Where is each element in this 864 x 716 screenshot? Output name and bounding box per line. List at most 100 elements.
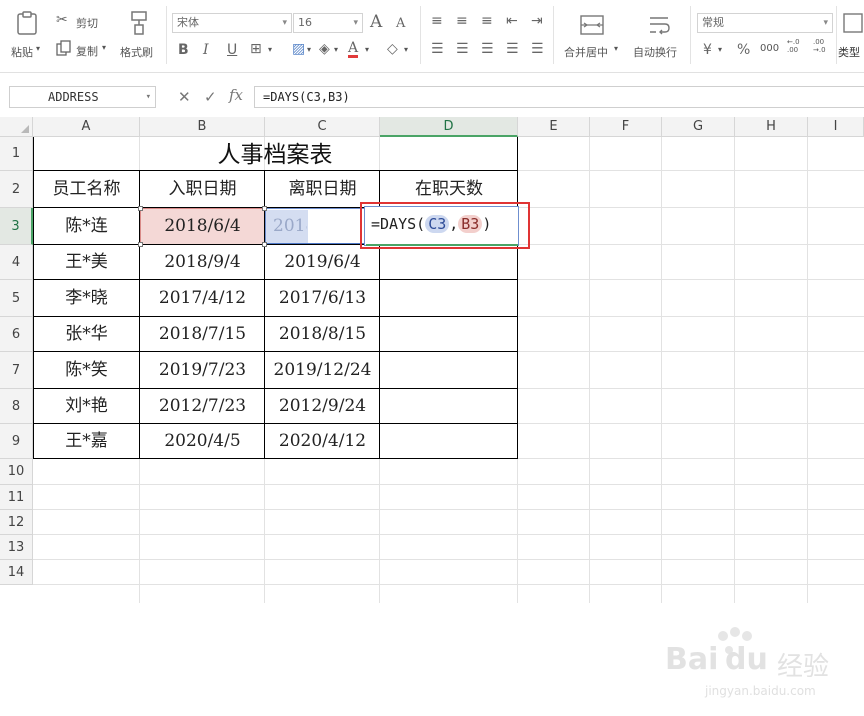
font-grow-icon[interactable]: A xyxy=(370,14,382,31)
column-header-f[interactable]: F xyxy=(590,117,662,137)
column-header-i[interactable]: I xyxy=(808,117,864,137)
cut-label: 剪切 xyxy=(76,17,98,30)
underline-button[interactable]: U xyxy=(227,42,237,58)
decimal-decrease-button[interactable]: .00 →.0 xyxy=(813,38,833,54)
table-cell[interactable]: 王*嘉 xyxy=(33,424,140,459)
select-all-corner[interactable] xyxy=(0,117,33,137)
font-color-icon[interactable]: A xyxy=(348,41,359,58)
decimal-increase-button[interactable]: ←.0 .00 xyxy=(787,38,807,54)
indent-increase-icon[interactable]: ⇥ xyxy=(531,13,543,29)
row-header-5[interactable]: 5 xyxy=(0,280,33,317)
align-bottom-icon[interactable]: ≡ xyxy=(481,13,493,29)
grid-hline xyxy=(33,509,864,510)
watermark-url: jingyan.baidu.com xyxy=(705,684,816,698)
column-header-h[interactable]: H xyxy=(735,117,808,137)
chevron-down-icon: ▾ xyxy=(353,18,358,28)
row-header-1[interactable]: 1 xyxy=(0,137,33,171)
grid-hline xyxy=(33,584,864,585)
table-cell[interactable]: 陈*笑 xyxy=(33,352,140,389)
row-header-14[interactable]: 14 xyxy=(0,560,33,585)
paste-button[interactable]: 粘贴 ▾ xyxy=(8,8,46,60)
resize-handle[interactable] xyxy=(138,206,143,211)
font-shrink-icon[interactable]: A xyxy=(396,16,405,32)
align-middle-icon[interactable]: ≡ xyxy=(456,13,468,29)
border-icon[interactable]: ⊞ xyxy=(250,41,262,57)
format-painter-button[interactable]: 格式刷 xyxy=(118,8,162,60)
align-right-icon[interactable]: ☰ xyxy=(481,41,494,57)
sheet-title[interactable]: 人事档案表 xyxy=(33,137,517,171)
column-header-g[interactable]: G xyxy=(662,117,735,137)
align-center-icon[interactable]: ☰ xyxy=(456,41,469,57)
align-left-icon[interactable]: ☰ xyxy=(431,41,444,57)
table-cell[interactable]: 2017/6/13 xyxy=(265,280,380,317)
column-title-name[interactable]: 员工名称 xyxy=(33,171,140,208)
copy-button[interactable]: 复制 ▾ xyxy=(56,40,112,60)
row-header-4[interactable]: 4 xyxy=(0,245,33,280)
table-cell[interactable]: 2020/4/5 xyxy=(140,424,265,459)
table-cell[interactable]: 2018/9/4 xyxy=(140,245,265,280)
row-header-8[interactable]: 8 xyxy=(0,389,33,424)
row-header-7[interactable]: 7 xyxy=(0,352,33,389)
row-header-3[interactable]: 3 xyxy=(0,208,33,245)
fill-color-icon[interactable]: ◈ xyxy=(319,41,330,57)
align-top-icon[interactable]: ≡ xyxy=(431,13,443,29)
type-convert-button[interactable]: 类型 xyxy=(838,8,864,60)
chevron-down-icon: ▾ xyxy=(102,43,107,52)
table-cell[interactable]: 2012/7/23 xyxy=(140,389,265,424)
column-header-e[interactable]: E xyxy=(518,117,590,137)
column-header-b[interactable]: B xyxy=(140,117,265,137)
merge-center-button[interactable]: 合并居中 ▾ xyxy=(560,8,624,60)
resize-handle[interactable] xyxy=(262,206,267,211)
grid-hline xyxy=(33,534,864,535)
table-cell[interactable]: 王*美 xyxy=(33,245,140,280)
justify-icon[interactable]: ☰ xyxy=(506,41,519,57)
eraser-icon[interactable]: ◇ xyxy=(387,41,398,57)
table-cell[interactable]: 2017/4/12 xyxy=(140,280,265,317)
row-header-2[interactable]: 2 xyxy=(0,171,33,208)
column-header-c[interactable]: C xyxy=(265,117,380,137)
row-header-6[interactable]: 6 xyxy=(0,317,33,352)
italic-button[interactable]: I xyxy=(203,42,209,58)
cell-style-icon[interactable]: ▨ xyxy=(292,41,305,57)
paste-icon xyxy=(17,11,37,35)
resize-handle[interactable] xyxy=(262,242,267,247)
font-size-select[interactable]: 16 ▾ xyxy=(293,13,363,33)
indent-decrease-icon[interactable]: ⇤ xyxy=(506,13,518,29)
distribute-icon[interactable]: ☰ xyxy=(531,41,544,57)
resize-handle[interactable] xyxy=(138,242,143,247)
row-header-10[interactable]: 10 xyxy=(0,459,33,485)
table-cell[interactable]: 2018/6/4 xyxy=(140,208,265,245)
table-cell[interactable]: 张*华 xyxy=(33,317,140,352)
name-box[interactable]: ADDRESS ▾ xyxy=(9,86,156,108)
table-cell[interactable]: 2018/7/15 xyxy=(140,317,265,352)
formula-input[interactable]: =DAYS(C3,B3) xyxy=(254,86,864,108)
column-header-a[interactable]: A xyxy=(33,117,140,137)
row-header-12[interactable]: 12 xyxy=(0,510,33,535)
fx-icon[interactable]: fx xyxy=(229,86,243,104)
cancel-icon[interactable]: ✕ xyxy=(178,88,191,106)
column-title-hire-date[interactable]: 入职日期 xyxy=(140,171,265,208)
bold-button[interactable]: B xyxy=(178,42,189,58)
table-cell[interactable]: 李*晓 xyxy=(33,280,140,317)
table-cell[interactable]: 2019/7/23 xyxy=(140,352,265,389)
column-header-d[interactable]: D xyxy=(380,117,518,137)
table-cell[interactable]: 陈*连 xyxy=(33,208,140,245)
currency-button[interactable]: ¥ xyxy=(703,42,712,58)
table-cell[interactable]: 2019/6/4 xyxy=(265,245,380,280)
table-cell[interactable]: 刘*艳 xyxy=(33,389,140,424)
table-cell[interactable]: 2012/9/24 xyxy=(265,389,380,424)
thousands-button[interactable]: 000 xyxy=(760,43,779,54)
table-cell[interactable]: 2020/4/12 xyxy=(265,424,380,459)
cut-button[interactable]: ✂ 剪切 xyxy=(56,12,106,32)
table-cell[interactable]: 2018 xyxy=(265,208,307,245)
row-header-11[interactable]: 11 xyxy=(0,485,33,510)
wrap-text-button[interactable]: 自动换行 xyxy=(628,8,688,60)
table-cell[interactable]: 2018/8/15 xyxy=(265,317,380,352)
row-header-9[interactable]: 9 xyxy=(0,424,33,459)
row-header-13[interactable]: 13 xyxy=(0,535,33,560)
number-format-select[interactable]: 常规 ▾ xyxy=(697,13,833,33)
confirm-icon[interactable]: ✓ xyxy=(204,88,217,106)
table-cell[interactable]: 2019/12/24 xyxy=(265,352,380,389)
percent-button[interactable]: % xyxy=(737,42,750,58)
font-name-select[interactable]: 宋体 ▾ xyxy=(172,13,292,33)
